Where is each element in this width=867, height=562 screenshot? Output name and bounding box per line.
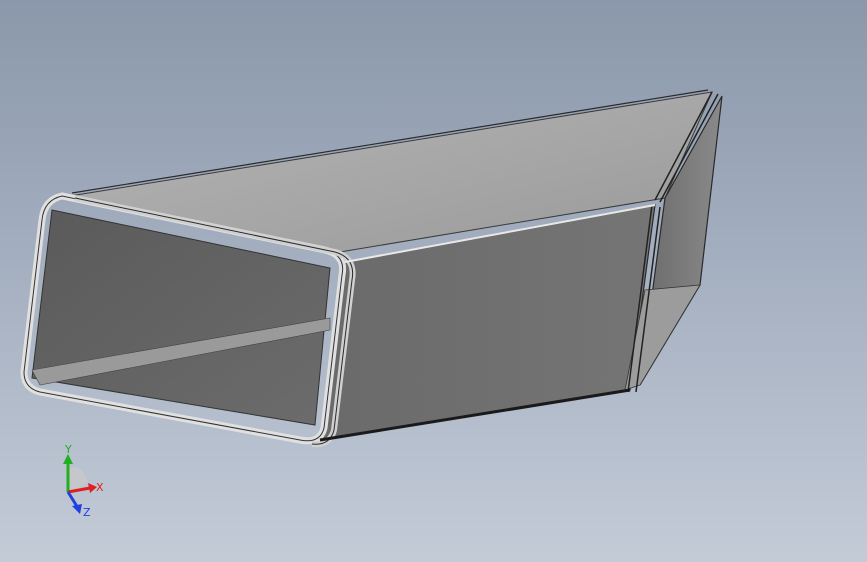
coordinate-triad[interactable]: Y X Z <box>50 440 110 520</box>
graphics-viewport[interactable]: Y X Z <box>0 0 867 562</box>
triad-y-label: Y <box>64 443 72 456</box>
cad-model-view[interactable] <box>0 0 867 562</box>
triad-z-arrow <box>72 504 82 514</box>
triad-x-label: X <box>96 481 104 494</box>
triad-z-label: Z <box>83 506 91 519</box>
